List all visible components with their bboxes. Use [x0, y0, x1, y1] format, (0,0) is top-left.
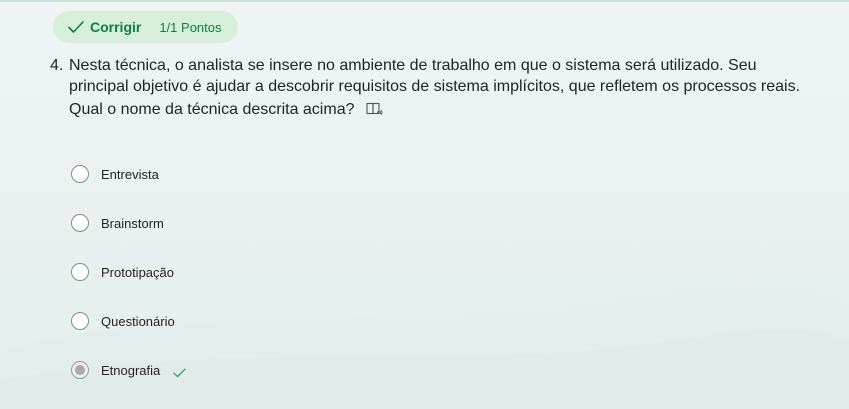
radio-button[interactable] — [71, 263, 89, 281]
option-label: Brainstorm — [101, 215, 164, 231]
question-block: 4. Nesta técnica, o analista se insere n… — [50, 55, 810, 120]
radio-button-selected[interactable] — [71, 361, 89, 379]
immersive-reader-icon[interactable] — [366, 102, 383, 117]
option-brainstorm[interactable]: Brainstorm — [71, 209, 186, 237]
option-label: Prototipação — [101, 264, 174, 280]
question-prompt: Qual o nome da técnica descrita acima? — [69, 101, 355, 118]
option-entrevista[interactable]: Entrevista — [71, 160, 186, 188]
option-prototipacao[interactable]: Prototipação — [71, 258, 186, 286]
radio-button[interactable] — [71, 214, 89, 232]
grading-status-badge: Corrigir 1/1 Pontos — [53, 11, 238, 43]
option-label: Questionário — [101, 313, 175, 329]
top-divider — [0, 0, 849, 2]
question-text: Nesta técnica, o analista se insere no a… — [69, 57, 801, 95]
points-label: 1/1 Pontos — [159, 19, 222, 35]
radio-button[interactable] — [71, 312, 89, 330]
option-questionario[interactable]: Questionário — [71, 307, 186, 335]
option-label: Etnografia — [101, 362, 161, 378]
status-label: Corrigir — [90, 19, 142, 35]
answer-options: Entrevista Brainstorm Prototipação Quest… — [71, 160, 186, 405]
check-icon — [67, 20, 85, 34]
radio-button[interactable] — [71, 165, 89, 183]
question-number: 4. — [50, 57, 64, 74]
correct-check-icon — [173, 365, 186, 378]
option-label: Entrevista — [101, 166, 159, 182]
option-etnografia[interactable]: Etnografia — [71, 356, 186, 384]
